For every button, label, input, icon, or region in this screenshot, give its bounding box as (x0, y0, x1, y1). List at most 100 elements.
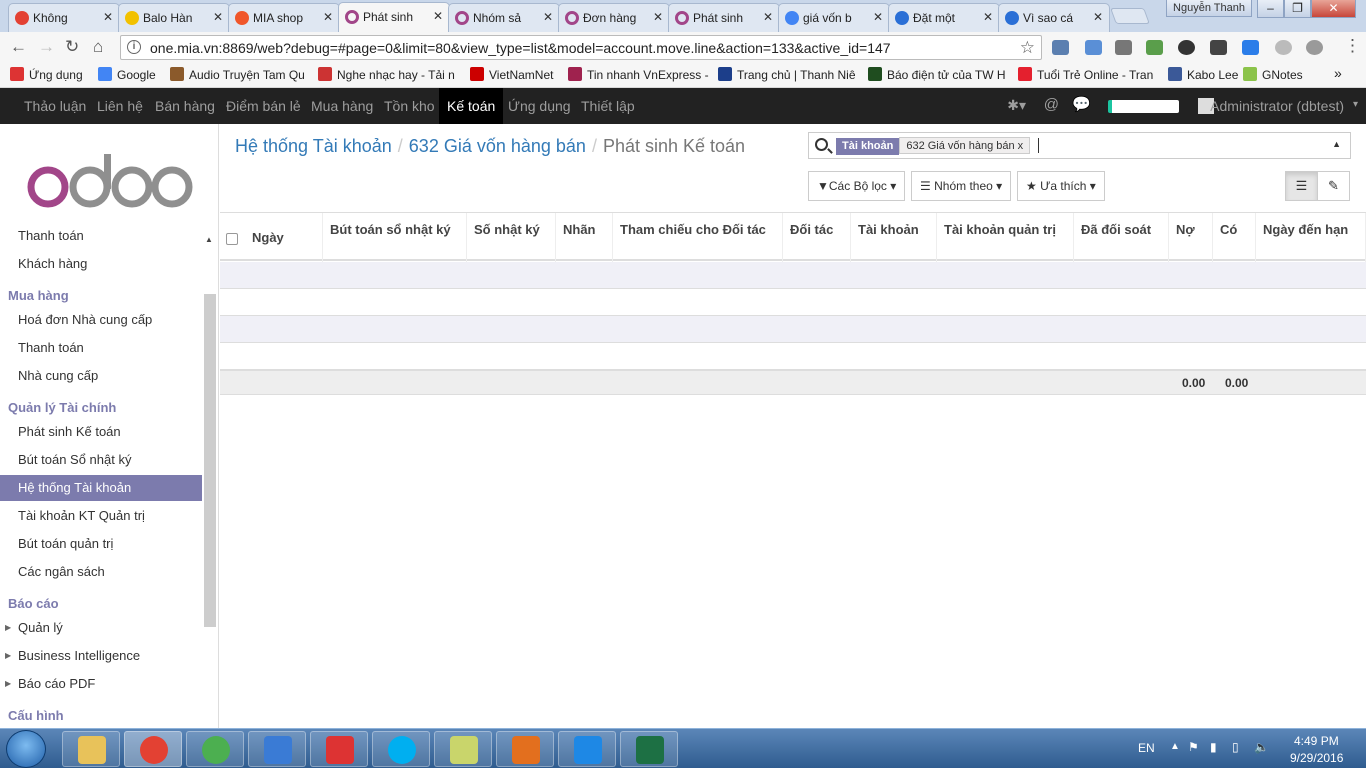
extension-icon[interactable] (1275, 40, 1292, 55)
taskbar-app[interactable] (558, 731, 616, 767)
bookmark-item[interactable]: Google (98, 67, 156, 82)
sidebar-item[interactable]: Bút toán Sổ nhật ký (0, 447, 202, 473)
back-icon[interactable]: ← (10, 38, 27, 56)
column-header[interactable]: Nợ (1169, 213, 1213, 262)
tab-close-icon[interactable]: ✕ (433, 9, 443, 23)
browser-tab[interactable]: Nhóm sả ✕ (448, 3, 560, 32)
bookmark-item[interactable]: GNotes (1243, 67, 1303, 82)
network-icon[interactable]: ▮ (1210, 740, 1217, 754)
sidebar-item[interactable]: Hệ thống Tài khoản (0, 475, 202, 501)
top-menu-item[interactable]: Tồn kho (376, 88, 443, 124)
column-header[interactable]: Số nhật ký (467, 213, 556, 262)
tab-close-icon[interactable]: ✕ (1093, 10, 1103, 24)
user-caret-icon[interactable]: ▾ (1353, 99, 1358, 110)
reload-icon[interactable]: ↻ (65, 38, 79, 56)
bookmark-item[interactable]: Ứng dụng (10, 67, 83, 82)
bookmarks-overflow-icon[interactable]: » (1334, 65, 1342, 81)
sidebar-item[interactable]: Nhà cung cấp (0, 363, 202, 389)
extension-icon[interactable] (1052, 40, 1069, 55)
odoo-logo[interactable] (26, 154, 194, 209)
language-indicator[interactable]: EN (1138, 741, 1155, 755)
tab-close-icon[interactable]: ✕ (763, 10, 773, 24)
browser-tab[interactable]: Đặt một ✕ (888, 3, 1000, 32)
taskbar-app[interactable] (372, 731, 430, 767)
tab-close-icon[interactable]: ✕ (873, 10, 883, 24)
taskbar-app[interactable] (186, 731, 244, 767)
browser-tab[interactable]: Phát sinh ✕ (338, 2, 450, 32)
url-text[interactable]: one.mia.vn:8869/web?debug=#page=0&limit=… (150, 40, 891, 56)
column-header[interactable]: Có (1213, 213, 1256, 262)
form-view-button[interactable]: ✎ (1317, 171, 1350, 201)
sidebar-item[interactable]: Các ngân sách (0, 559, 202, 585)
column-header[interactable]: Ngày đến hạn (1256, 213, 1366, 262)
search-facet[interactable]: Tài khoản 632 Giá vốn hàng bán x (836, 137, 1031, 155)
sidebar-item[interactable]: ▶ Báo cáo PDF (0, 671, 202, 697)
window-profile-name[interactable]: Nguyễn Thanh (1166, 0, 1252, 17)
sidebar-item[interactable]: Thanh toán (0, 223, 202, 249)
forward-icon[interactable]: → (38, 38, 55, 56)
sidebar-scrollbar[interactable] (204, 294, 216, 627)
debug-bug-icon[interactable]: ✱▾ (1007, 97, 1026, 114)
taskbar-app[interactable] (310, 731, 368, 767)
sidebar-item[interactable]: ▶ Business Intelligence (0, 643, 202, 669)
extension-icon[interactable] (1242, 40, 1259, 55)
sidebar-item[interactable]: Thanh toán (0, 335, 202, 361)
column-header[interactable]: Bút toán sổ nhật ký (323, 213, 467, 262)
search-options-toggle-icon[interactable]: ▲ (1332, 139, 1341, 149)
extension-icon[interactable] (1085, 40, 1102, 55)
taskbar-app[interactable] (248, 731, 306, 767)
chat-icon[interactable]: 💬 (1072, 95, 1091, 113)
top-menu-item[interactable]: Thảo luận (16, 88, 94, 124)
top-menu-item[interactable]: Thiết lập (573, 88, 643, 124)
tab-close-icon[interactable]: ✕ (983, 10, 993, 24)
eyedropper-icon[interactable] (1210, 40, 1227, 55)
facet-remove-icon[interactable]: x (1018, 140, 1024, 152)
bookmark-star-icon[interactable]: ☆ (1020, 38, 1035, 58)
camera-icon[interactable] (1115, 40, 1132, 55)
extension-icon[interactable] (1306, 40, 1323, 55)
filters-button[interactable]: ▼Các Bộ lọc ▾ (808, 171, 906, 201)
top-menu-item[interactable]: Điểm bán lẻ (218, 88, 309, 124)
column-header[interactable]: Nhãn (556, 213, 613, 262)
new-tab-button[interactable] (1110, 8, 1150, 24)
sidebar-item[interactable]: Khách hàng (0, 251, 202, 277)
top-menu-item[interactable]: Ứng dụng (500, 88, 579, 124)
column-header[interactable]: Đối tác (783, 213, 851, 262)
sidebar-item[interactable]: Hoá đơn Nhà cung cấp (0, 307, 202, 333)
taskbar-app[interactable] (496, 731, 554, 767)
top-menu-item[interactable]: Mua hàng (303, 88, 381, 124)
clock-time[interactable]: 4:49 PM (1294, 734, 1339, 748)
show-hidden-icons-icon[interactable]: ▲ (1170, 741, 1180, 752)
top-menu-item[interactable]: Kế toán (439, 88, 504, 124)
sidebar-item[interactable]: Phát sinh Kế toán (0, 419, 202, 445)
breadcrumb-link[interactable]: 632 Giá vốn hàng bán (409, 136, 586, 156)
column-header[interactable]: Tài khoản (851, 213, 937, 262)
bookmark-item[interactable]: Tin nhanh VnExpress - (568, 67, 709, 82)
taskbar-app[interactable] (62, 731, 120, 767)
bookmark-item[interactable]: Nghe nhạc hay - Tải n (318, 67, 455, 82)
maximize-button[interactable]: ❐ (1284, 0, 1311, 18)
browser-tab[interactable]: Đơn hàng ✕ (558, 3, 670, 32)
browser-tab[interactable]: Balo Hàn ✕ (118, 3, 230, 32)
column-header[interactable]: Tài khoản quản trị (937, 213, 1074, 262)
power-icon[interactable]: ▯ (1232, 740, 1239, 754)
minimize-button[interactable]: – (1257, 0, 1284, 18)
scroll-up-icon[interactable]: ▲ (205, 235, 213, 244)
list-view-button[interactable]: ☰ (1285, 171, 1318, 201)
site-info-icon[interactable]: i (127, 40, 141, 54)
volume-icon[interactable]: 🔈 (1254, 740, 1269, 754)
tab-close-icon[interactable]: ✕ (323, 10, 333, 24)
bookmark-item[interactable]: Kabo Lee (1168, 67, 1238, 82)
column-header[interactable]: Đã đối soát (1074, 213, 1169, 262)
start-button[interactable] (6, 730, 46, 768)
bookmark-item[interactable]: VietNamNet (470, 67, 553, 82)
sidebar-item[interactable]: Bút toán quản trị (0, 531, 202, 557)
browser-tab[interactable]: Vì sao cá ✕ (998, 3, 1110, 32)
tab-close-icon[interactable]: ✕ (213, 10, 223, 24)
browser-tab[interactable]: Phát sinh ✕ (668, 3, 780, 32)
top-menu-item[interactable]: Liên hệ (89, 88, 151, 124)
home-icon[interactable]: ⌂ (93, 38, 103, 56)
flag-icon[interactable]: ⚑ (1188, 740, 1199, 754)
sidebar-item[interactable]: Tài khoản KT Quản trị (0, 503, 202, 529)
extension-icon[interactable] (1146, 40, 1163, 55)
